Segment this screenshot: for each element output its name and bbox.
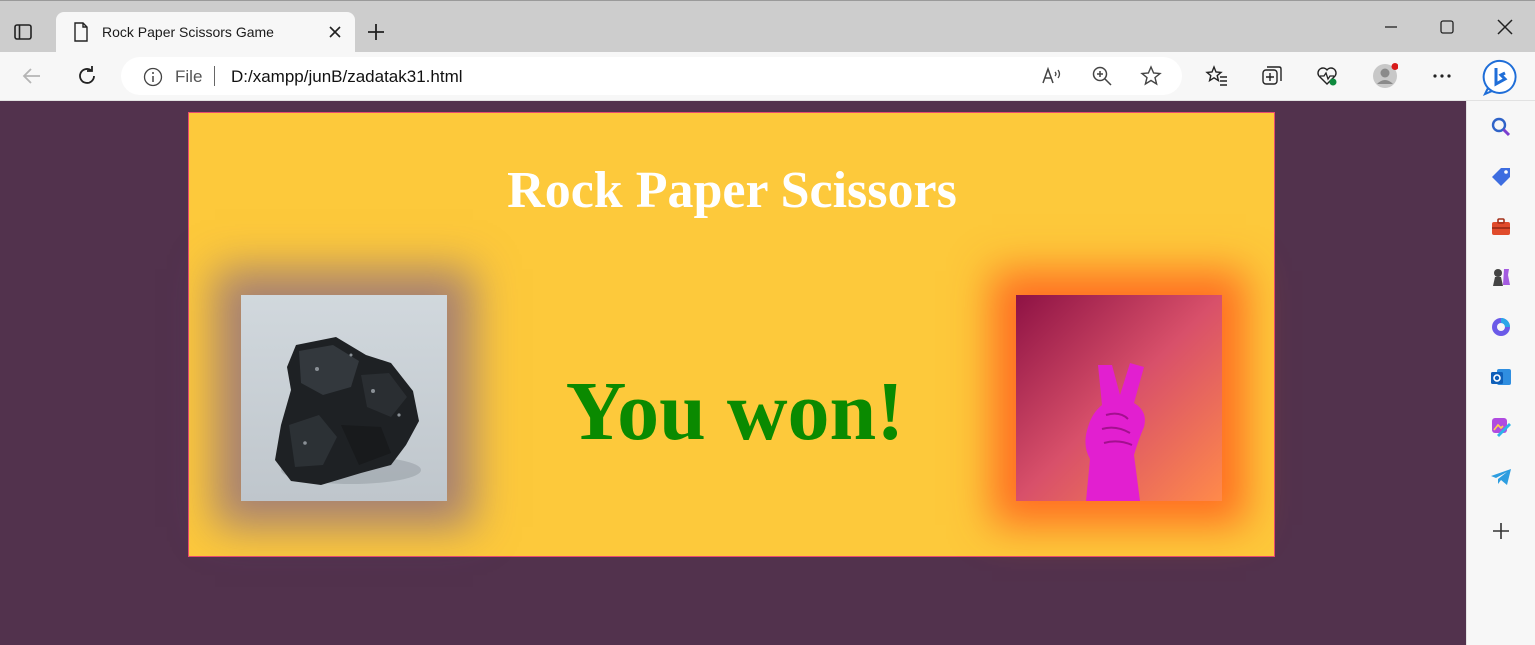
game-card: Rock Paper Scissors You won! [188,112,1275,557]
shopping-tag-icon[interactable] [1489,165,1513,189]
favorite-star-icon[interactable] [1139,64,1163,88]
info-icon[interactable] [143,67,163,87]
more-icon[interactable] [1430,64,1454,88]
tools-icon[interactable] [1489,215,1513,239]
game-title: Rock Paper Scissors [507,162,957,219]
telegram-icon[interactable] [1489,465,1513,489]
new-tab-icon[interactable] [366,22,386,42]
url-text[interactable]: D:/xampp/junB/zadatak31.html [231,67,463,87]
browser-essentials-icon[interactable] [1315,64,1339,88]
player-choice-image [241,295,447,501]
zoom-icon[interactable] [1090,64,1114,88]
minimize-icon[interactable] [1381,17,1401,37]
favorites-icon[interactable] [1205,64,1229,88]
collections-icon[interactable] [1260,64,1284,88]
read-aloud-icon[interactable] [1040,64,1064,88]
designer-icon[interactable] [1489,415,1513,439]
add-icon[interactable] [1489,519,1513,543]
address-separator [214,66,215,86]
search-icon[interactable] [1489,115,1513,139]
tab-actions-icon[interactable] [12,21,34,43]
maximize-icon[interactable] [1437,17,1457,37]
close-icon[interactable] [1495,17,1515,37]
tab-title: Rock Paper Scissors Game [102,24,274,40]
tab-strip: Rock Paper Scissors Game [0,0,1535,53]
document-icon [74,22,88,42]
scissors-hand-image [1016,295,1222,501]
rock-image [241,295,447,501]
scheme-label: File [175,67,203,86]
outlook-icon[interactable] [1489,365,1513,389]
tab-close-icon[interactable] [328,25,342,39]
page-viewport: Rock Paper Scissors You won! [0,101,1466,645]
browser-toolbar: File D:/xampp/junB/zadatak31.html [0,52,1535,101]
address-bar[interactable]: File D:/xampp/junB/zadatak31.html [121,57,1182,95]
microsoft-365-icon[interactable] [1489,315,1513,339]
bing-chat-icon[interactable] [1482,58,1520,96]
games-icon[interactable] [1489,265,1513,289]
edge-sidebar [1466,101,1535,645]
refresh-icon[interactable] [75,64,99,88]
back-icon[interactable] [20,64,44,88]
profile-icon[interactable] [1372,63,1398,89]
computer-choice-image [1016,295,1222,501]
result-message: You won! [565,365,905,458]
active-tab[interactable]: Rock Paper Scissors Game [56,12,355,53]
